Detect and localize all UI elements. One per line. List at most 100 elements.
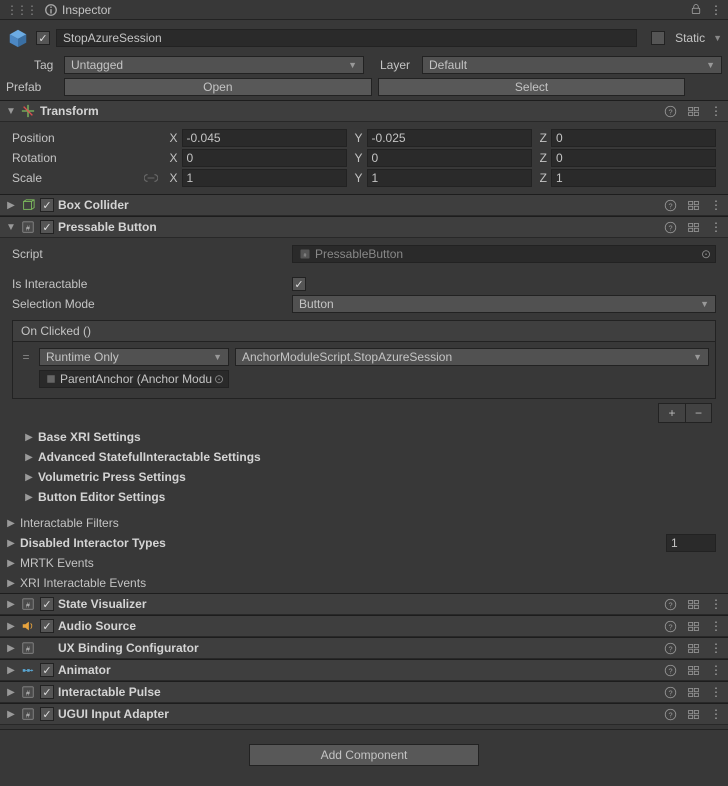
- pressable-button-enabled-checkbox[interactable]: [40, 220, 54, 234]
- tab-drag-handle[interactable]: ⋮⋮⋮: [6, 3, 36, 17]
- help-icon[interactable]: ?: [664, 199, 677, 212]
- preset-icon[interactable]: [687, 620, 700, 633]
- state-visualizer-foldout[interactable]: ▶: [6, 599, 16, 610]
- context-menu-icon[interactable]: ⋮: [710, 619, 722, 633]
- context-menu-icon[interactable]: ⋮: [710, 685, 722, 699]
- interactable-pulse-enabled-checkbox[interactable]: [40, 685, 54, 699]
- csharp-script-icon: #: [20, 706, 36, 722]
- ux-binding-foldout[interactable]: ▶: [6, 643, 16, 654]
- rotation-x-input[interactable]: [182, 149, 347, 167]
- preset-icon[interactable]: [687, 199, 700, 212]
- selection-mode-dropdown[interactable]: Button▼: [292, 295, 716, 313]
- svg-text:?: ?: [668, 223, 672, 232]
- advanced-settings-foldout[interactable]: ▶Advanced StatefulInteractable Settings: [12, 447, 716, 467]
- event-target-field[interactable]: ParentAnchor (Anchor Modu ⊙: [39, 370, 229, 388]
- scale-x-input[interactable]: [182, 169, 347, 187]
- selection-mode-label: Selection Mode: [12, 297, 292, 311]
- position-z-input[interactable]: [551, 129, 716, 147]
- prefab-overrides-button[interactable]: [691, 78, 722, 96]
- preset-icon[interactable]: [687, 221, 700, 234]
- ugui-adapter-title: UGUI Input Adapter: [58, 707, 169, 721]
- event-add-button[interactable]: +: [659, 404, 685, 422]
- svg-text:#: #: [26, 691, 30, 698]
- tag-dropdown[interactable]: Untagged▼: [64, 56, 364, 74]
- animator-enabled-checkbox[interactable]: [40, 663, 54, 677]
- pressable-button-foldout[interactable]: ▼: [6, 222, 16, 233]
- context-menu-icon[interactable]: ⋮: [710, 104, 722, 118]
- context-menu-icon[interactable]: ⋮: [710, 641, 722, 655]
- layer-dropdown[interactable]: Default▼: [422, 56, 722, 74]
- svg-text:?: ?: [668, 600, 672, 609]
- svg-text:#: #: [304, 253, 307, 259]
- preset-icon[interactable]: [687, 664, 700, 677]
- disabled-types-count-input[interactable]: [666, 534, 716, 552]
- layer-value: Default: [429, 58, 467, 72]
- static-dropdown-arrow[interactable]: ▼: [713, 33, 722, 43]
- audio-source-foldout[interactable]: ▶: [6, 621, 16, 632]
- event-drag-handle[interactable]: =: [19, 350, 33, 364]
- static-checkbox[interactable]: [651, 31, 665, 45]
- disabled-interactor-types-foldout[interactable]: ▶ Disabled Interactor Types: [0, 533, 728, 553]
- help-icon[interactable]: ?: [664, 105, 677, 118]
- help-icon[interactable]: ?: [664, 708, 677, 721]
- context-menu-icon[interactable]: ⋮: [710, 707, 722, 721]
- box-collider-enabled-checkbox[interactable]: [40, 198, 54, 212]
- event-remove-button[interactable]: −: [685, 404, 711, 422]
- scale-y-input[interactable]: [367, 169, 532, 187]
- position-y-input[interactable]: [367, 129, 532, 147]
- help-icon[interactable]: ?: [664, 664, 677, 677]
- ugui-adapter-enabled-checkbox[interactable]: [40, 707, 54, 721]
- gameobject-active-checkbox[interactable]: [36, 31, 50, 45]
- interactable-filters-foldout[interactable]: ▶Interactable Filters: [0, 513, 728, 533]
- event-target-value: ParentAnchor (Anchor Modu: [60, 372, 212, 386]
- preset-icon[interactable]: [687, 598, 700, 611]
- interactable-pulse-title: Interactable Pulse: [58, 685, 161, 699]
- on-clicked-event-box: On Clicked () = Runtime Only▼ AnchorModu…: [12, 320, 716, 399]
- transform-foldout[interactable]: ▼: [6, 106, 16, 117]
- method-dropdown[interactable]: AnchorModuleScript.StopAzureSession▼: [235, 348, 709, 366]
- constrain-proportions-icon[interactable]: [144, 172, 158, 184]
- box-collider-foldout[interactable]: ▶: [6, 200, 16, 211]
- csharp-script-icon: #: [20, 219, 36, 235]
- help-icon[interactable]: ?: [664, 642, 677, 655]
- context-menu-icon[interactable]: ⋮: [710, 220, 722, 234]
- context-menu-icon[interactable]: ⋮: [710, 663, 722, 677]
- object-picker-icon[interactable]: ⊙: [701, 247, 711, 261]
- runtime-only-dropdown[interactable]: Runtime Only▼: [39, 348, 229, 366]
- button-editor-settings-foldout[interactable]: ▶Button Editor Settings: [12, 487, 716, 507]
- preset-icon[interactable]: [687, 708, 700, 721]
- xri-events-foldout[interactable]: ▶XRI Interactable Events: [0, 573, 728, 593]
- position-x-input[interactable]: [182, 129, 347, 147]
- gameobject-name-input[interactable]: [56, 29, 637, 47]
- context-menu-icon[interactable]: ⋮: [710, 3, 722, 17]
- is-interactable-checkbox[interactable]: [292, 277, 306, 291]
- script-field[interactable]: # PressableButton ⊙: [292, 245, 716, 263]
- help-icon[interactable]: ?: [664, 620, 677, 633]
- preset-icon[interactable]: [687, 105, 700, 118]
- add-component-button[interactable]: Add Component: [249, 744, 479, 766]
- prefab-open-button[interactable]: Open: [64, 78, 372, 96]
- context-menu-icon[interactable]: ⋮: [710, 597, 722, 611]
- preset-icon[interactable]: [687, 686, 700, 699]
- object-picker-icon[interactable]: ⊙: [214, 372, 224, 386]
- ux-binding-title: UX Binding Configurator: [58, 641, 199, 655]
- context-menu-icon[interactable]: ⋮: [710, 198, 722, 212]
- rotation-y-input[interactable]: [367, 149, 532, 167]
- audio-source-enabled-checkbox[interactable]: [40, 619, 54, 633]
- state-visualizer-enabled-checkbox[interactable]: [40, 597, 54, 611]
- rotation-z-input[interactable]: [551, 149, 716, 167]
- ugui-adapter-foldout[interactable]: ▶: [6, 709, 16, 720]
- volumetric-settings-foldout[interactable]: ▶Volumetric Press Settings: [12, 467, 716, 487]
- is-interactable-label: Is Interactable: [12, 277, 292, 291]
- preset-icon[interactable]: [687, 642, 700, 655]
- prefab-select-button[interactable]: Select: [378, 78, 686, 96]
- lock-icon[interactable]: [690, 3, 702, 17]
- help-icon[interactable]: ?: [664, 598, 677, 611]
- help-icon[interactable]: ?: [664, 221, 677, 234]
- animator-foldout[interactable]: ▶: [6, 665, 16, 676]
- help-icon[interactable]: ?: [664, 686, 677, 699]
- base-xri-settings-foldout[interactable]: ▶Base XRI Settings: [12, 427, 716, 447]
- mrtk-events-foldout[interactable]: ▶MRTK Events: [0, 553, 728, 573]
- scale-z-input[interactable]: [551, 169, 716, 187]
- interactable-pulse-foldout[interactable]: ▶: [6, 687, 16, 698]
